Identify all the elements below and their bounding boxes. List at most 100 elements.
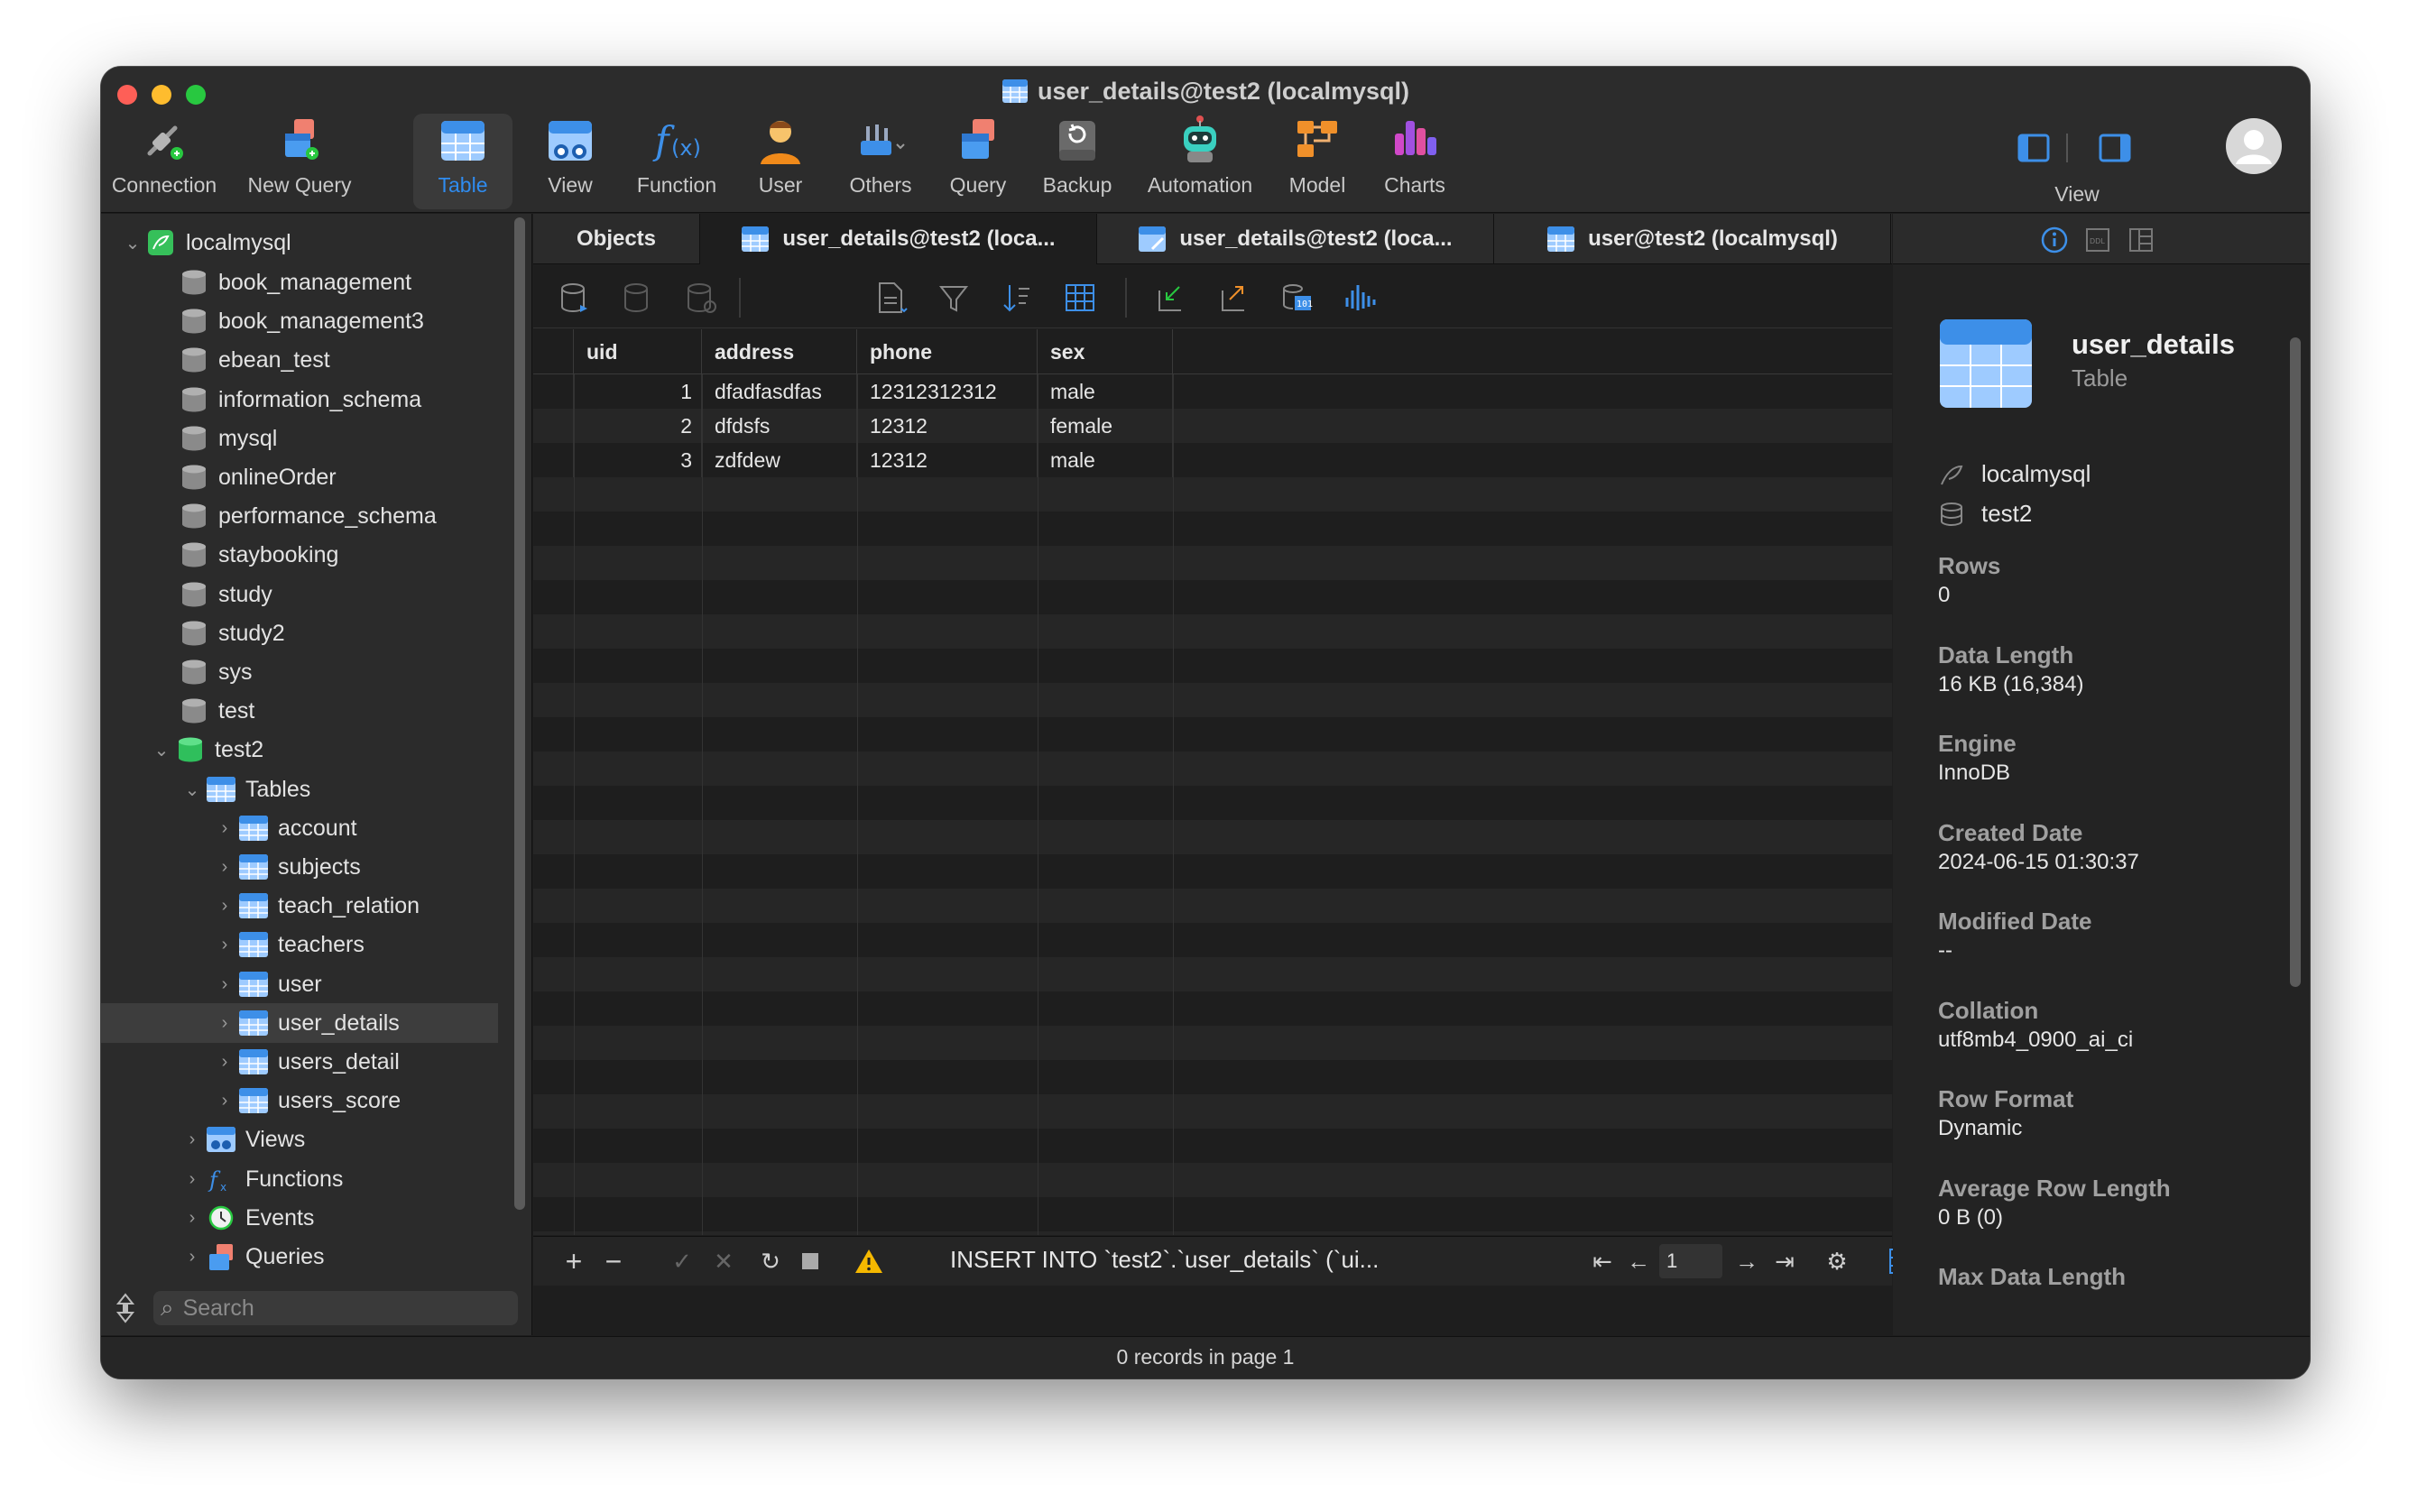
toolbar-new-query[interactable]: New Query [236,114,363,209]
tree-database-test2[interactable]: ⌄ test2 [148,730,263,770]
tree-table-subjects[interactable]: › subjects [211,847,361,887]
chevron-right-icon[interactable]: › [211,818,238,839]
tree-database-onlineorder[interactable]: onlineOrder [179,457,337,497]
cell-address[interactable]: dfdsfs [702,409,857,443]
last-page-button[interactable]: ⇥ [1771,1248,1798,1275]
tree-database-mysql[interactable]: mysql [179,419,277,458]
sql-preview[interactable]: INSERT INTO `test2`.`user_details` (`ui.… [950,1246,1379,1274]
filter-toggle-icon[interactable] [114,1293,137,1323]
chevron-right-icon[interactable]: › [179,1129,206,1150]
row-number-cell[interactable] [533,374,574,409]
tab-user[interactable]: user@test2 (localmysql) [1494,214,1891,264]
tree-database-ebean-test[interactable]: ebean_test [179,340,330,380]
tab-user-details-1[interactable]: user_details@test2 (loca... [700,214,1097,264]
toolbar-table[interactable]: Table [413,114,512,209]
tree-database-performance-schema[interactable]: performance_schema [179,496,437,536]
add-record-button[interactable]: + [560,1245,587,1277]
tree-database-information-schema[interactable]: information_schema [179,380,421,419]
warning-icon[interactable] [854,1248,883,1275]
ddl-icon[interactable]: DDL [2084,226,2111,254]
apply-changes-button[interactable]: ✓ [669,1248,696,1275]
cell-address[interactable]: zdfdew [702,443,857,477]
tree-folder-views[interactable]: › Views [179,1120,305,1159]
chevron-down-icon[interactable]: ⌄ [148,739,175,761]
previous-page-button[interactable]: ← [1625,1248,1652,1275]
import-icon[interactable] [1152,280,1188,316]
chevron-right-icon[interactable]: › [179,1169,206,1190]
export-icon[interactable] [1215,280,1251,316]
toolbar-others[interactable]: Others [834,114,928,209]
toolbar-automation[interactable]: Automation [1128,114,1272,209]
column-header-sex[interactable]: sex [1038,329,1173,374]
tree-database-study2[interactable]: study2 [179,613,285,653]
tree-folder-events[interactable]: › Events [179,1198,315,1238]
begin-transaction-icon[interactable] [557,280,593,316]
toggle-right-pane-icon[interactable] [2099,134,2131,162]
cell-uid[interactable]: 1 [574,374,702,409]
cell-phone[interactable]: 12312312312 [857,374,1038,409]
tab-user-details-2[interactable]: user_details@test2 (loca... [1097,214,1494,264]
stop-button[interactable] [797,1248,824,1275]
column-header-phone[interactable]: phone [857,329,1038,374]
inspector-scrollbar[interactable] [2290,337,2301,987]
search-input[interactable]: Search [183,1295,254,1322]
account-avatar-icon[interactable] [2225,117,2283,175]
cell-sex[interactable]: female [1038,409,1173,443]
toolbar-backup[interactable]: Backup [1030,114,1124,209]
chevron-right-icon[interactable]: › [211,935,238,955]
tree-table-user[interactable]: › user [211,964,322,1004]
tab-objects[interactable]: Objects [533,214,700,264]
toolbar-connection[interactable]: Connection [101,114,227,209]
tree-connection-localmysql[interactable]: ⌄ localmysql [119,223,291,263]
data-generation-icon[interactable]: 101 [1278,280,1315,316]
grid-columns-icon[interactable] [1062,280,1098,316]
chevron-down-icon[interactable]: ⌄ [179,779,206,801]
cell-uid[interactable]: 3 [574,443,702,477]
tree-table-teachers[interactable]: › teachers [211,925,365,964]
preview-pane-icon[interactable] [2127,226,2155,254]
chevron-right-icon[interactable]: › [211,1052,238,1073]
tree-database-book-management[interactable]: book_management [179,263,411,302]
chevron-right-icon[interactable]: › [211,857,238,878]
cell-uid[interactable]: 2 [574,409,702,443]
column-header-uid[interactable]: uid [574,329,702,374]
sidebar-search[interactable]: ⌕ Search [153,1291,518,1325]
tree-table-users-score[interactable]: › users_score [211,1081,401,1120]
toolbar-charts[interactable]: Charts [1370,114,1460,209]
row-number-cell[interactable] [533,409,574,443]
chevron-right-icon[interactable]: › [211,1091,238,1111]
tree-table-teach-relation[interactable]: › teach_relation [211,886,420,926]
tree-database-test[interactable]: test [179,691,254,731]
tree-database-staybooking[interactable]: staybooking [179,535,338,575]
profile-icon[interactable] [1342,280,1378,316]
chevron-right-icon[interactable]: › [211,896,238,917]
tree-database-book-management3[interactable]: book_management3 [179,301,424,341]
refresh-button[interactable]: ↻ [757,1248,784,1275]
page-number-input[interactable]: 1 [1659,1244,1722,1278]
toolbar-view[interactable]: View [525,114,615,209]
column-header-address[interactable]: address [702,329,857,374]
discard-changes-button[interactable]: ✕ [710,1248,737,1275]
toolbar-function[interactable]: f (x) Function [623,114,731,209]
cell-sex[interactable]: male [1038,443,1173,477]
next-page-button[interactable]: → [1733,1248,1760,1275]
rollback-icon[interactable] [683,280,719,316]
settings-gear-icon[interactable]: ⚙ [1823,1248,1851,1275]
table-row[interactable]: 1 dfadfasdfas 12312312312 male [533,374,1892,409]
toggle-left-pane-icon[interactable] [2017,134,2050,162]
toolbar-model[interactable]: Model [1270,114,1364,209]
info-icon[interactable] [2041,226,2068,254]
tree-database-sys[interactable]: sys [179,652,253,692]
chevron-right-icon[interactable]: › [211,974,238,995]
tree-table-users-detail[interactable]: › users_detail [211,1042,400,1082]
text-view-icon[interactable] [872,280,909,316]
delete-record-button[interactable]: − [600,1245,627,1277]
first-page-button[interactable]: ⇤ [1589,1248,1616,1275]
tree-table-user-details[interactable]: › user_details [101,1003,498,1043]
cell-phone[interactable]: 12312 [857,443,1038,477]
sort-icon[interactable] [999,280,1035,316]
chevron-down-icon[interactable]: ⌄ [119,232,146,254]
table-row[interactable]: 2 dfdsfs 12312 female [533,409,1892,443]
tree-folder-functions[interactable]: › f x Functions [179,1159,344,1199]
commit-icon[interactable] [620,280,656,316]
